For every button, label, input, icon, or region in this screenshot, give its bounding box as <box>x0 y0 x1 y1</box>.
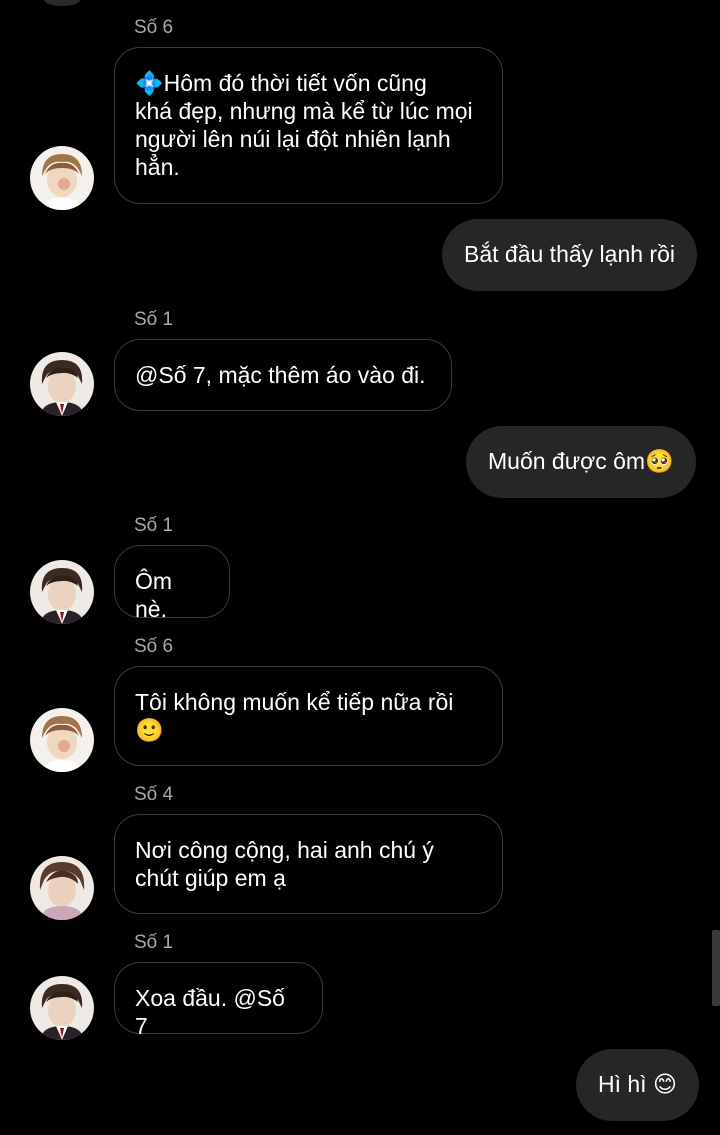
sender-name: Số 1 <box>134 309 174 330</box>
sender-name: Số 6 <box>134 17 174 38</box>
sender-name: Số 1 <box>134 515 174 536</box>
sender-name: Số 1 <box>134 932 174 953</box>
message-bubble-sent[interactable]: Hì hì 😊 <box>576 1049 699 1121</box>
avatar[interactable] <box>30 146 94 210</box>
message-bubble-received[interactable]: 💠Hôm đó thời tiết vốn cũng khá đẹp, nhưn… <box>114 47 503 204</box>
message-bubble-received[interactable]: Xoa đầu. @Số 7 <box>114 962 323 1039</box>
scrollbar[interactable] <box>712 930 720 1006</box>
avatar[interactable] <box>30 560 94 624</box>
message-bubble-received[interactable]: Tôi không muốn kể tiếp nữa rồi 🙂 <box>114 666 503 766</box>
avatar[interactable] <box>30 352 94 416</box>
message-bubble-sent[interactable]: Bắt đầu thấy lạnh rồi <box>442 219 697 291</box>
avatar-fragment <box>44 0 80 6</box>
avatar[interactable] <box>30 856 94 920</box>
sender-name: Số 6 <box>134 636 174 657</box>
avatar[interactable] <box>30 708 94 772</box>
avatar[interactable] <box>30 976 94 1040</box>
message-bubble-sent[interactable]: Muốn được ôm🥺 <box>466 426 696 498</box>
message-bubble-received[interactable]: Ôm nè. <box>114 545 230 622</box>
sender-name: Số 4 <box>134 784 174 805</box>
message-bubble-received[interactable]: @Số 7, mặc thêm áo vào đi. <box>114 339 452 411</box>
message-bubble-received[interactable]: Nơi công cộng, hai anh chú ý chút giúp e… <box>114 814 503 914</box>
